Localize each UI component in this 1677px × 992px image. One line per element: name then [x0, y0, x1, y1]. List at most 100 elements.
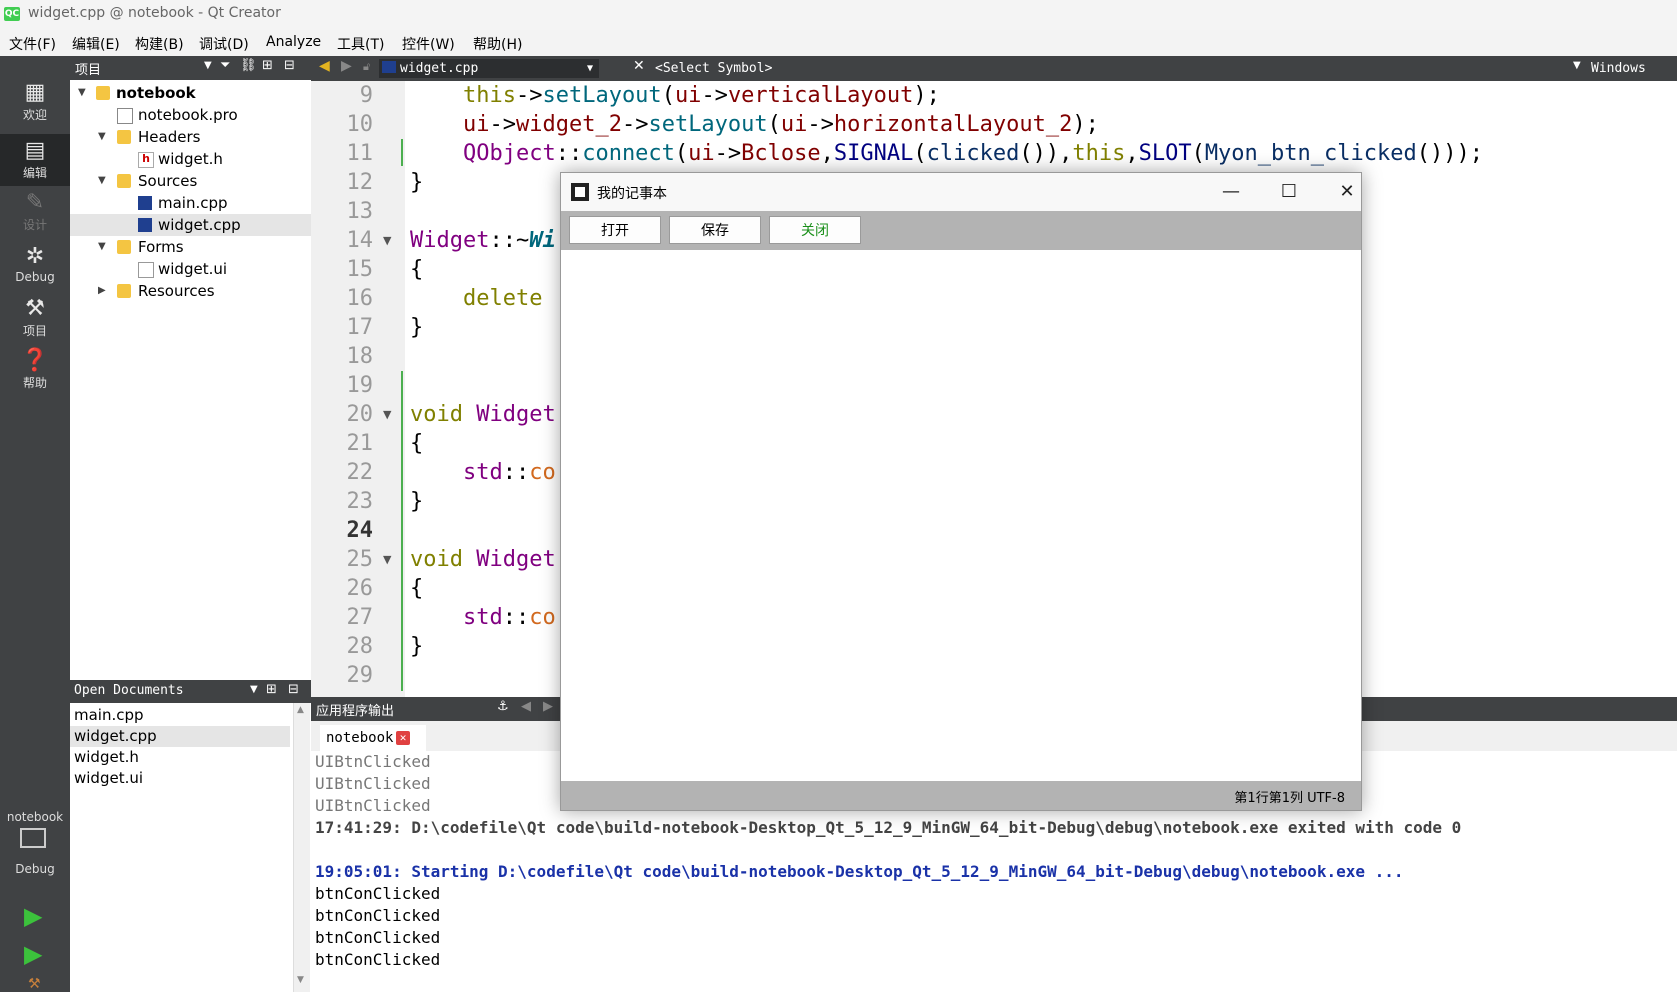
tree-item-label: Sources — [138, 172, 198, 190]
run-icon[interactable]: ▶ — [24, 902, 42, 930]
wrench-icon: ⚒ — [25, 296, 45, 321]
debug-run-icon[interactable]: ▶ — [24, 940, 42, 968]
folder-icon — [117, 130, 131, 144]
maximize-icon[interactable]: ☐ — [1269, 179, 1309, 205]
cpp-file-icon — [138, 218, 152, 232]
close-tab-icon[interactable]: ✕ — [396, 731, 410, 745]
pro-file-icon — [117, 108, 133, 124]
build-hammer-icon[interactable]: ⚒ — [28, 976, 41, 992]
tree-item-resources[interactable]: ▶ Resources — [70, 280, 311, 302]
filter-icon[interactable]: ⏷ — [220, 58, 230, 73]
close-pane-icon[interactable]: ⊟ — [284, 58, 295, 73]
save-button[interactable]: 保存 — [669, 216, 761, 244]
tree-item-headers[interactable]: ▼ Headers — [70, 126, 311, 148]
symbol-selector[interactable]: <Select Symbol> — [655, 59, 772, 78]
menu-edit[interactable]: 编辑(E) — [72, 34, 120, 54]
prev-icon[interactable]: ◀ — [521, 699, 531, 714]
menu-tools[interactable]: 工具(T) — [337, 34, 384, 54]
nav-forward-icon[interactable]: ▶ — [341, 58, 352, 74]
link-icon[interactable]: ⛓ — [240, 58, 257, 73]
app-title-bar[interactable]: 我的记事本 — ☐ ✕ — [561, 173, 1361, 211]
mode-help[interactable]: ❓ 帮助 — [0, 344, 70, 396]
line-number: 20 — [346, 402, 374, 427]
tree-item-notebook[interactable]: ▼ notebook — [70, 82, 311, 104]
tree-item-widget-cpp[interactable]: widget.cpp — [70, 214, 311, 236]
minimize-icon[interactable]: — — [1211, 179, 1251, 205]
menu-build[interactable]: 构建(B) — [135, 34, 184, 54]
line-number: 19 — [346, 373, 374, 398]
chevron-right-icon[interactable]: ▶ — [98, 280, 106, 302]
lock-icon: 🔓︎ — [363, 60, 371, 73]
chevron-down-icon[interactable]: ▼ — [78, 82, 86, 104]
chevron-down-icon[interactable]: ▼ — [204, 60, 212, 71]
output-tab-notebook[interactable]: notebook ✕ — [320, 725, 426, 751]
tree-item-widget-ui[interactable]: widget.ui — [70, 258, 311, 280]
output-line: btnConClicked — [315, 884, 441, 903]
line-number: 10 — [346, 112, 374, 137]
open-doc-item[interactable]: widget.h — [70, 747, 290, 768]
fold-marker-icon[interactable]: ▼ — [383, 408, 391, 421]
kit-config-label: Debug — [15, 862, 55, 876]
open-documents-title[interactable]: Open Documents — [74, 683, 184, 698]
menu-analyze[interactable]: Analyze — [266, 34, 321, 50]
monitor-icon[interactable] — [20, 828, 46, 848]
close-icon[interactable]: ✕ — [1327, 179, 1367, 205]
chevron-down-icon[interactable]: ▼ — [250, 684, 258, 695]
close-file-icon[interactable]: ✕ — [633, 58, 645, 74]
next-icon[interactable]: ▶ — [543, 699, 553, 714]
line-number: 21 — [346, 431, 374, 456]
tree-item-sources[interactable]: ▼ Sources — [70, 170, 311, 192]
open-documents-scrollbar[interactable]: ▲ ▼ — [293, 703, 310, 992]
close-button[interactable]: 关闭 — [769, 216, 861, 244]
line-number: 16 — [346, 286, 374, 311]
nav-back-icon[interactable]: ◀ — [319, 58, 330, 74]
mode-edit[interactable]: ▤ 编辑 — [0, 134, 70, 186]
menu-controls[interactable]: 控件(W) — [402, 34, 455, 54]
close-pane-icon[interactable]: ⊟ — [288, 682, 299, 697]
split-icon[interactable]: ⊞ — [262, 58, 273, 73]
tree-item-main-cpp[interactable]: main.cpp — [70, 192, 311, 214]
mode-welcome[interactable]: ▦ 欢迎 — [0, 76, 70, 128]
mode-design[interactable]: ✎ 设计 — [0, 186, 70, 238]
output-line: UIBtnClicked — [315, 796, 431, 815]
scroll-down-icon[interactable]: ▼ — [297, 975, 304, 985]
line-number: 25 — [346, 547, 374, 572]
open-doc-item[interactable]: main.cpp — [70, 705, 290, 726]
attach-icon[interactable]: ⚓ — [497, 699, 509, 714]
app-text-area[interactable] — [561, 250, 1361, 781]
code-line: } — [410, 170, 424, 195]
tree-item-widget-h[interactable]: h widget.h — [70, 148, 311, 170]
split-icon[interactable]: ⊞ — [266, 682, 277, 697]
mode-projects[interactable]: ⚒ 项目 — [0, 292, 70, 344]
chevron-down-icon[interactable]: ▼ — [1573, 60, 1581, 71]
line-number: 23 — [346, 489, 374, 514]
mode-debug[interactable]: ✲ Debug — [0, 240, 70, 292]
menu-file[interactable]: 文件(F) — [9, 34, 56, 54]
chevron-down-icon[interactable]: ▼ — [98, 236, 106, 258]
tree-item-forms[interactable]: ▼ Forms — [70, 236, 311, 258]
open-button[interactable]: 打开 — [569, 216, 661, 244]
chevron-down-icon[interactable]: ▼ — [587, 59, 593, 78]
tree-item-label: main.cpp — [158, 194, 228, 212]
fold-marker-icon[interactable]: ▼ — [383, 553, 391, 566]
tree-item-notebook-pro[interactable]: notebook.pro — [70, 104, 311, 126]
chevron-down-icon[interactable]: ▼ — [98, 126, 106, 148]
scroll-up-icon[interactable]: ▲ — [297, 705, 304, 715]
current-file-selector[interactable]: widget.cpp ▼ — [379, 59, 599, 78]
menu-help[interactable]: 帮助(H) — [473, 34, 522, 54]
code-line: delete — [462, 286, 543, 311]
line-number: 13 — [346, 199, 374, 224]
open-doc-item[interactable]: widget.ui — [70, 768, 290, 789]
line-number: 9 — [359, 83, 373, 108]
code-line: } — [410, 315, 424, 340]
line-number: 26 — [346, 576, 374, 601]
line-number: 28 — [346, 634, 374, 659]
app-status-bar: 第1行第1列 UTF-8 — [561, 781, 1361, 810]
menu-debug[interactable]: 调试(D) — [199, 34, 249, 54]
chevron-down-icon[interactable]: ▼ — [98, 170, 106, 192]
modified-line-marker — [401, 371, 403, 691]
mode-selector-bar: ▦ 欢迎 ▤ 编辑 ✎ 设计 ✲ Debug ⚒ 项目 ❓ 帮助 noteboo… — [0, 56, 70, 992]
open-doc-item[interactable]: widget.cpp — [70, 726, 290, 747]
project-pane-title[interactable]: 项目 — [75, 59, 101, 78]
fold-marker-icon[interactable]: ▼ — [383, 234, 391, 247]
